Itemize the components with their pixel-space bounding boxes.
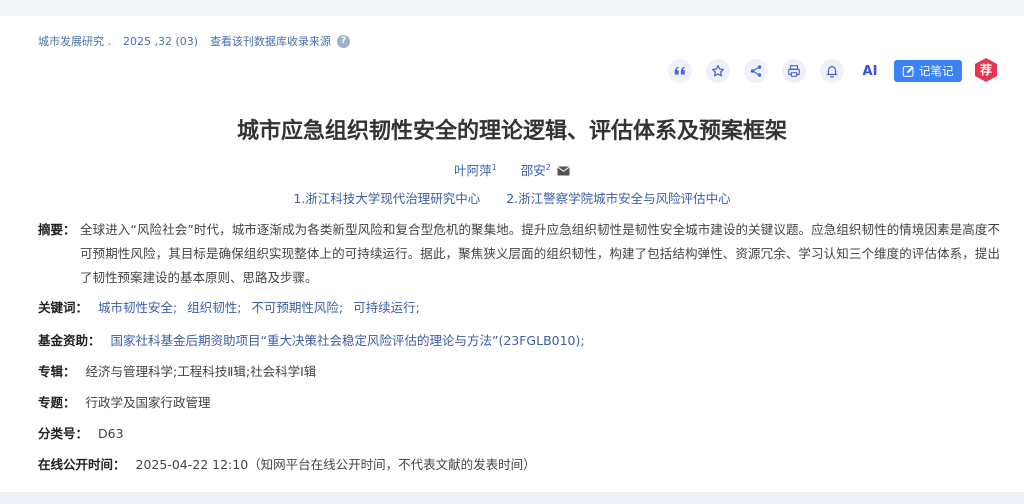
keywords-row: 关键词： 城市韧性安全; 组织韧性; 不可预期性风险; 可持续运行;: [38, 296, 420, 320]
ai-button[interactable]: AI: [858, 59, 882, 83]
journal-source: 城市发展研究 . 2025 ,32 (03) 查看该刊数据库收录来源 ?: [38, 33, 351, 49]
funding-row: 基金资助： 国家社科基金后期资助项目“重大决策社会稳定风险评估的理论与方法”(2…: [38, 329, 585, 353]
classification-row: 分类号： D63: [38, 422, 124, 446]
topic-value: 行政学及国家行政管理: [85, 395, 211, 410]
print-icon[interactable]: [782, 59, 806, 83]
share-icon[interactable]: [744, 59, 768, 83]
bell-icon[interactable]: [820, 59, 844, 83]
keyword-link[interactable]: 不可预期性风险;: [251, 300, 343, 315]
affiliation-link[interactable]: 2.浙江警察学院城市安全与风险评估中心: [506, 191, 730, 206]
online-time-label: 在线公开时间：: [38, 457, 126, 472]
recommend-badge[interactable]: 荐: [973, 57, 999, 83]
topic-label: 专题：: [38, 395, 76, 410]
series-value: 经济与管理科学;工程科技Ⅱ辑;社会科学Ⅰ辑: [85, 364, 317, 379]
keyword-link[interactable]: 组织韧性;: [187, 300, 241, 315]
abstract-label: 摘要：: [38, 222, 76, 237]
keyword-link[interactable]: 可持续运行;: [353, 300, 420, 315]
author-list: 叶阿萍1 邵安2: [0, 160, 1024, 179]
affiliation-link[interactable]: 1.浙江科技大学现代治理研究中心: [293, 191, 480, 206]
funding-label: 基金资助：: [38, 333, 101, 348]
keyword-link[interactable]: 城市韧性安全;: [98, 300, 177, 315]
series-row: 专辑： 经济与管理科学;工程科技Ⅱ辑;社会科学Ⅰ辑: [38, 360, 316, 384]
series-label: 专辑：: [38, 364, 76, 379]
help-icon[interactable]: ?: [337, 34, 351, 48]
article-toolbar: AI 记笔记: [668, 59, 962, 83]
take-notes-label: 记笔记: [919, 64, 954, 78]
database-source-link[interactable]: 查看该刊数据库收录来源: [210, 33, 331, 49]
classification-value: D63: [98, 426, 124, 441]
journal-name-link[interactable]: 城市发展研究 .: [38, 33, 111, 49]
funding-link[interactable]: 国家社科基金后期资助项目“重大决策社会稳定风险评估的理论与方法”(23FGLB0…: [111, 333, 585, 348]
journal-issue-link[interactable]: 2025 ,32 (03): [123, 35, 198, 48]
star-icon[interactable]: [706, 59, 730, 83]
pencil-icon: [902, 65, 914, 77]
bottom-strip: [0, 492, 1024, 504]
author-link[interactable]: 邵安2: [521, 163, 551, 178]
take-notes-button[interactable]: 记笔记: [894, 60, 962, 82]
abstract-section: 摘要： 全球进入“风险社会”时代，城市逐渐成为各类新型风险和复合型危机的聚集地。…: [38, 218, 1000, 290]
topic-row: 专题： 行政学及国家行政管理: [38, 391, 211, 415]
author-link[interactable]: 叶阿萍1: [454, 163, 497, 178]
online-time-value: 2025-04-22 12:10（知网平台在线公开时间，不代表文献的发表时间）: [135, 457, 536, 472]
article-title: 城市应急组织韧性安全的理论逻辑、评估体系及预案框架: [236, 119, 787, 144]
abstract-text: 全球进入“风险社会”时代，城市逐渐成为各类新型风险和复合型危机的聚集地。提升应急…: [80, 222, 1000, 285]
quote-icon[interactable]: [668, 59, 692, 83]
recommend-label: 荐: [979, 63, 992, 77]
affiliation-list: 1.浙江科技大学现代治理研究中心 2.浙江警察学院城市安全与风险评估中心: [0, 188, 1024, 207]
classification-label: 分类号：: [38, 426, 89, 441]
keywords-label: 关键词：: [38, 300, 89, 315]
top-strip: [0, 0, 1024, 16]
mail-icon[interactable]: [557, 166, 570, 176]
online-time-row: 在线公开时间： 2025-04-22 12:10（知网平台在线公开时间，不代表文…: [38, 453, 536, 477]
